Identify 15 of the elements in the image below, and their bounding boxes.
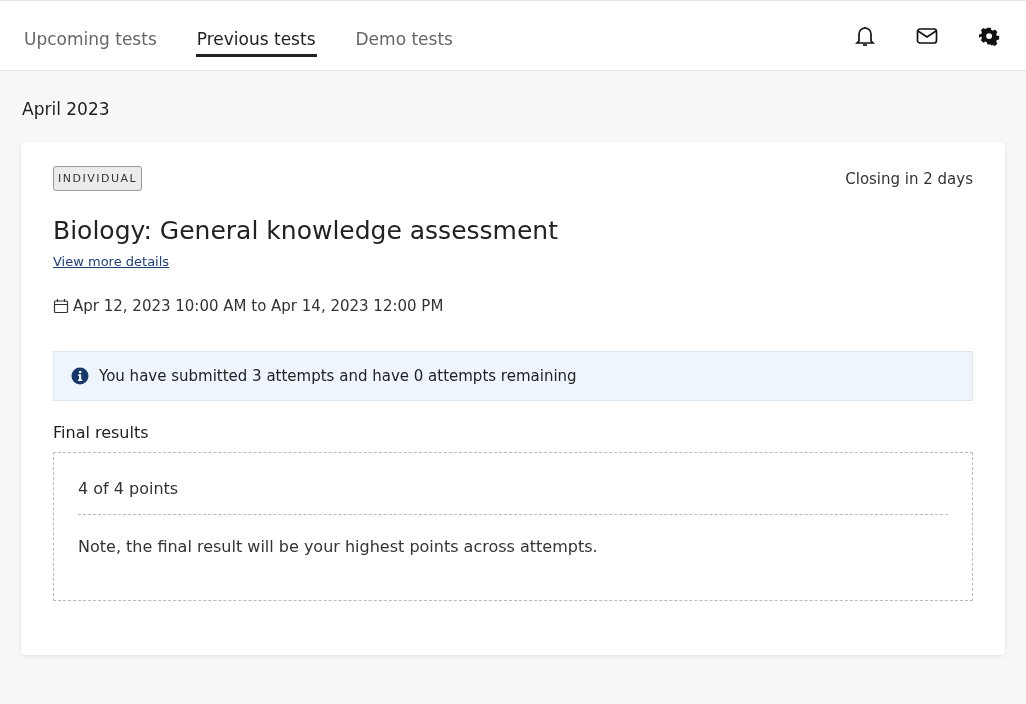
nav-tab[interactable]: Upcoming tests	[23, 22, 158, 57]
test-title: Biology: General knowledge assessment	[53, 216, 559, 245]
note-text: Note, the final result will be your highest points across attempts.	[78, 537, 599, 556]
calendar-icon	[53, 298, 69, 314]
nav-tab[interactable]: Previous tests	[195, 22, 317, 57]
month-heading: April 2023	[22, 99, 111, 119]
closing-text: Closing in 2 days	[845, 170, 973, 188]
details-link[interactable]: View more details	[53, 254, 170, 269]
results-heading: Final results	[53, 423, 150, 442]
schedule-text: Apr 12, 2023 10:00 AM to Apr 14, 2023 12:00 PM	[73, 297, 444, 315]
type-badge: INDIVIDUAL	[53, 166, 143, 191]
notice-text: You have submitted 3 attempts and have 0 attempts remaining	[99, 367, 577, 385]
info-icon	[71, 367, 89, 385]
score-text: 4 of 4 points	[78, 479, 948, 515]
nav-tab[interactable]: Demo tests	[354, 22, 454, 57]
